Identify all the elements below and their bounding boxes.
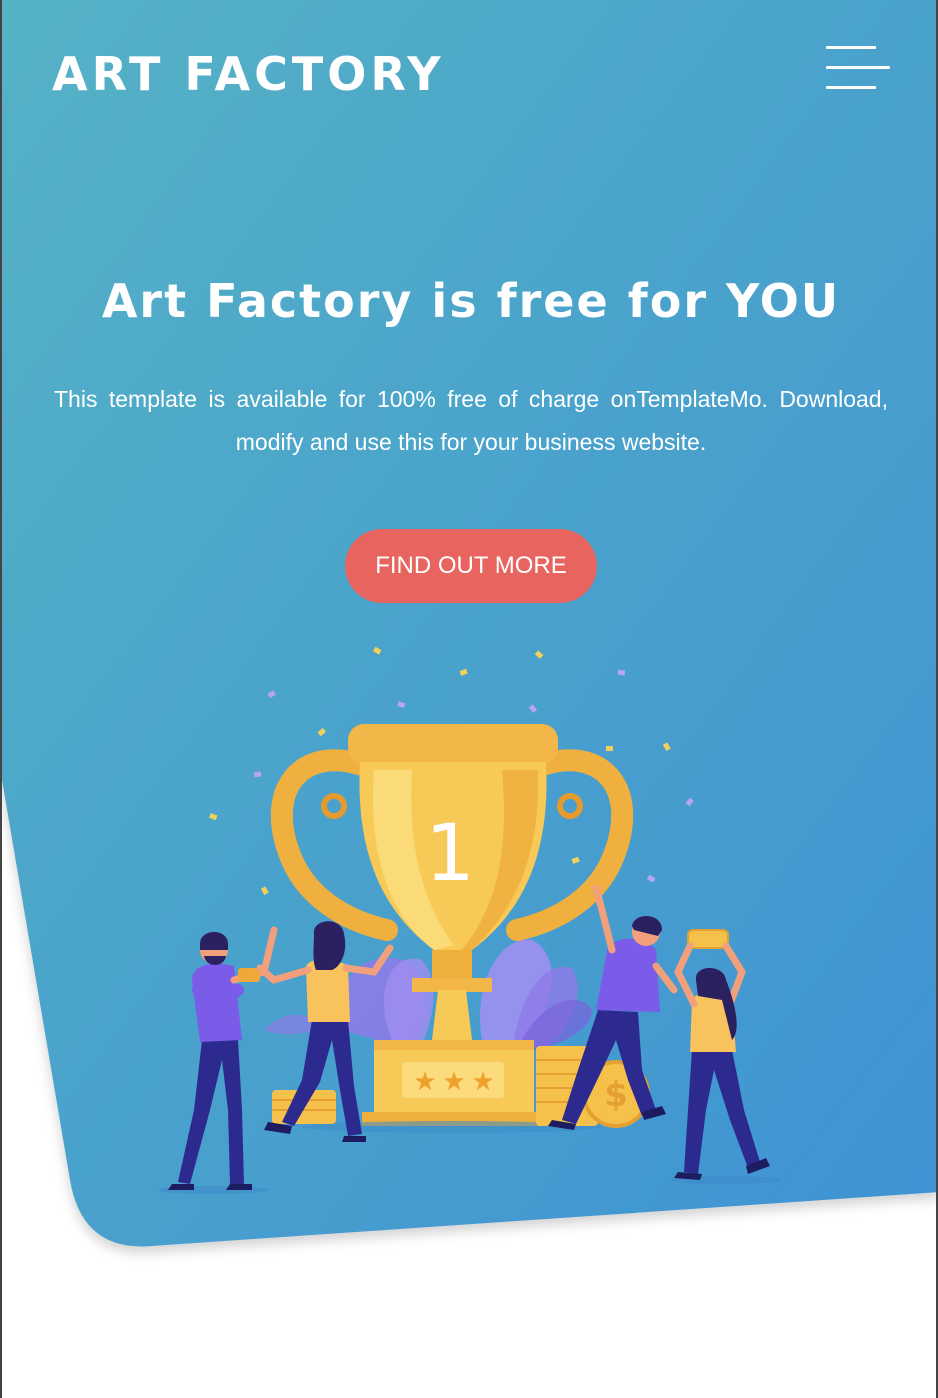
trophy-number: 1	[425, 809, 475, 899]
hero-title: Art Factory is free for YOU	[101, 274, 841, 328]
svg-text:★: ★	[442, 1067, 465, 1097]
menu-line	[826, 86, 876, 89]
person-woman-right	[674, 942, 770, 1180]
site-logo[interactable]: ART FACTORY	[52, 44, 445, 104]
menu-line	[826, 46, 876, 49]
hamburger-menu-icon[interactable]	[824, 42, 892, 94]
svg-text:$: $	[604, 1075, 628, 1115]
trophy-celebration-illustration: 1 ★ ★ ★ $	[158, 646, 782, 1194]
hero-description: This template is available for 100% free…	[54, 386, 888, 455]
svg-text:★: ★	[471, 1067, 494, 1097]
site-header: ART FACTORY	[2, 0, 936, 150]
svg-text:★: ★	[413, 1067, 436, 1097]
page: ART FACTORY Art Factory is free for YOU …	[0, 0, 938, 1398]
find-out-more-button[interactable]: FIND OUT MORE	[345, 529, 597, 603]
menu-line	[826, 66, 890, 69]
